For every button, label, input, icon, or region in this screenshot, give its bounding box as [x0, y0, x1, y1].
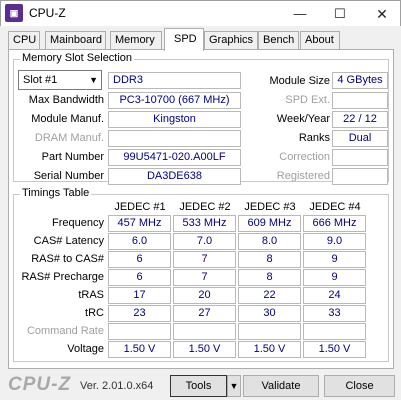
- timings-cell: 9.0: [303, 233, 366, 250]
- registered-value: [332, 168, 388, 185]
- timings-cell: 6: [108, 269, 171, 286]
- tab-cpu[interactable]: CPU: [8, 31, 40, 50]
- maximize-button[interactable]: ☐: [323, 1, 357, 27]
- timings-cell: [238, 323, 301, 340]
- week-year-value: 22 / 12: [332, 111, 388, 128]
- close-button[interactable]: Close: [324, 375, 395, 397]
- chevron-down-icon: ▼: [89, 75, 98, 85]
- memory-slot-group-title: Memory Slot Selection: [20, 52, 135, 64]
- timings-cell: 6.0: [108, 233, 171, 250]
- timings-cell: 1.50 V: [303, 341, 366, 358]
- timings-cell: 8: [238, 269, 301, 286]
- dram-manuf-value: [108, 130, 241, 147]
- timings-column-header: JEDEC #2: [179, 201, 231, 213]
- tab-bench[interactable]: Bench: [258, 31, 299, 50]
- timings-cell: 1.50 V: [173, 341, 236, 358]
- timings-cell: 9: [303, 251, 366, 268]
- timings-cell: 7: [173, 269, 236, 286]
- slot-select-value: Slot #1: [23, 74, 58, 86]
- dram-manuf-label: DRAM Manuf.: [34, 132, 104, 144]
- correction-value: [332, 149, 388, 166]
- timings-row-label: Command Rate: [26, 325, 104, 337]
- timings-row-label: tRAS: [78, 289, 104, 301]
- timings-cell: 6: [108, 251, 171, 268]
- max-bandwidth-label: Max Bandwidth: [28, 94, 104, 106]
- timings-cell: 33: [303, 305, 366, 322]
- timings-row-label: RAS# to CAS#: [31, 253, 104, 265]
- timings-cell: 7.0: [173, 233, 236, 250]
- module-manuf-value: Kingston: [108, 111, 241, 128]
- timings-cell: 1.50 V: [238, 341, 301, 358]
- validate-button[interactable]: Validate: [243, 375, 319, 397]
- timings-cell: 27: [173, 305, 236, 322]
- timings-table-group-title: Timings Table: [20, 187, 92, 199]
- part-number-label: Part Number: [41, 151, 104, 163]
- tools-dropdown-button[interactable]: ▼: [227, 375, 241, 397]
- timings-cell: 609 MHz: [238, 215, 301, 232]
- module-size-value: 4 GBytes: [332, 72, 388, 89]
- timings-cell: 22: [238, 287, 301, 304]
- timings-cell: 8: [238, 251, 301, 268]
- timings-column-header: JEDEC #3: [244, 201, 296, 213]
- memory-slot-group: Memory Slot Selection Slot #1 ▼ DDR3 Mod…: [13, 52, 389, 185]
- chevron-down-icon: ▼: [229, 381, 239, 391]
- timings-cell: 20: [173, 287, 236, 304]
- slot-select[interactable]: Slot #1 ▼: [18, 70, 102, 90]
- tab-strip: CPU Mainboard Memory SPD Graphics Bench …: [8, 28, 394, 51]
- timings-cell: 17: [108, 287, 171, 304]
- cpu-z-logo: CPU-Z: [8, 374, 72, 395]
- ranks-value: Dual: [332, 130, 388, 147]
- tab-spd[interactable]: SPD: [164, 28, 204, 51]
- timings-cell: 457 MHz: [108, 215, 171, 232]
- timings-cell: 533 MHz: [173, 215, 236, 232]
- timings-cell: [108, 323, 171, 340]
- serial-number-label: Serial Number: [33, 170, 104, 182]
- cpu-z-app-icon: ▣: [5, 4, 23, 22]
- timings-cell: 666 MHz: [303, 215, 366, 232]
- timings-row-label: Frequency: [52, 217, 104, 229]
- timings-cell: 1.50 V: [108, 341, 171, 358]
- spd-panel: Memory Slot Selection Slot #1 ▼ DDR3 Mod…: [8, 49, 394, 369]
- correction-label: Correction: [279, 151, 330, 163]
- memory-type-value: DDR3: [108, 72, 241, 89]
- close-window-button[interactable]: ✕: [365, 1, 399, 27]
- module-size-label: Module Size: [269, 75, 330, 87]
- timings-cell: 23: [108, 305, 171, 322]
- timings-row-label: Voltage: [67, 343, 104, 355]
- version-text: Ver. 2.01.0.x64: [80, 380, 154, 392]
- timings-cell: [173, 323, 236, 340]
- timings-cell: [303, 323, 366, 340]
- tab-memory[interactable]: Memory: [110, 31, 162, 50]
- timings-cell: 30: [238, 305, 301, 322]
- timings-row-label: RAS# Precharge: [21, 271, 104, 283]
- serial-number-value: DA3DE638: [108, 168, 241, 185]
- spd-ext-label: SPD Ext.: [285, 94, 330, 106]
- max-bandwidth-value: PC3-10700 (667 MHz): [108, 92, 241, 109]
- timings-row-label: CAS# Latency: [33, 235, 104, 247]
- timings-column-header: JEDEC #1: [114, 201, 166, 213]
- tools-button[interactable]: Tools: [170, 375, 227, 397]
- timings-cell: 8.0: [238, 233, 301, 250]
- ranks-label: Ranks: [298, 132, 330, 144]
- tab-mainboard[interactable]: Mainboard: [45, 31, 106, 50]
- timings-cell: 24: [303, 287, 366, 304]
- week-year-label: Week/Year: [276, 113, 330, 125]
- tab-about[interactable]: About: [300, 31, 340, 50]
- title-bar: ▣ CPU-Z — ☐ ✕: [0, 0, 401, 26]
- tab-graphics[interactable]: Graphics: [204, 31, 258, 50]
- module-manuf-label: Module Manuf.: [31, 113, 104, 125]
- timings-cell: 7: [173, 251, 236, 268]
- spd-ext-value: [332, 92, 388, 109]
- timings-column-header: JEDEC #4: [309, 201, 361, 213]
- timings-row-label: tRC: [85, 307, 104, 319]
- part-number-value: 99U5471-020.A00LF: [108, 149, 241, 166]
- minimize-button[interactable]: —: [283, 1, 317, 27]
- timings-cell: 9: [303, 269, 366, 286]
- registered-label: Registered: [276, 170, 330, 182]
- tools-button-label: Tools: [185, 380, 212, 392]
- window-title: CPU-Z: [29, 6, 66, 20]
- timings-table-group: Timings Table JEDEC #1 JEDEC #2 JEDEC #3…: [13, 187, 389, 362]
